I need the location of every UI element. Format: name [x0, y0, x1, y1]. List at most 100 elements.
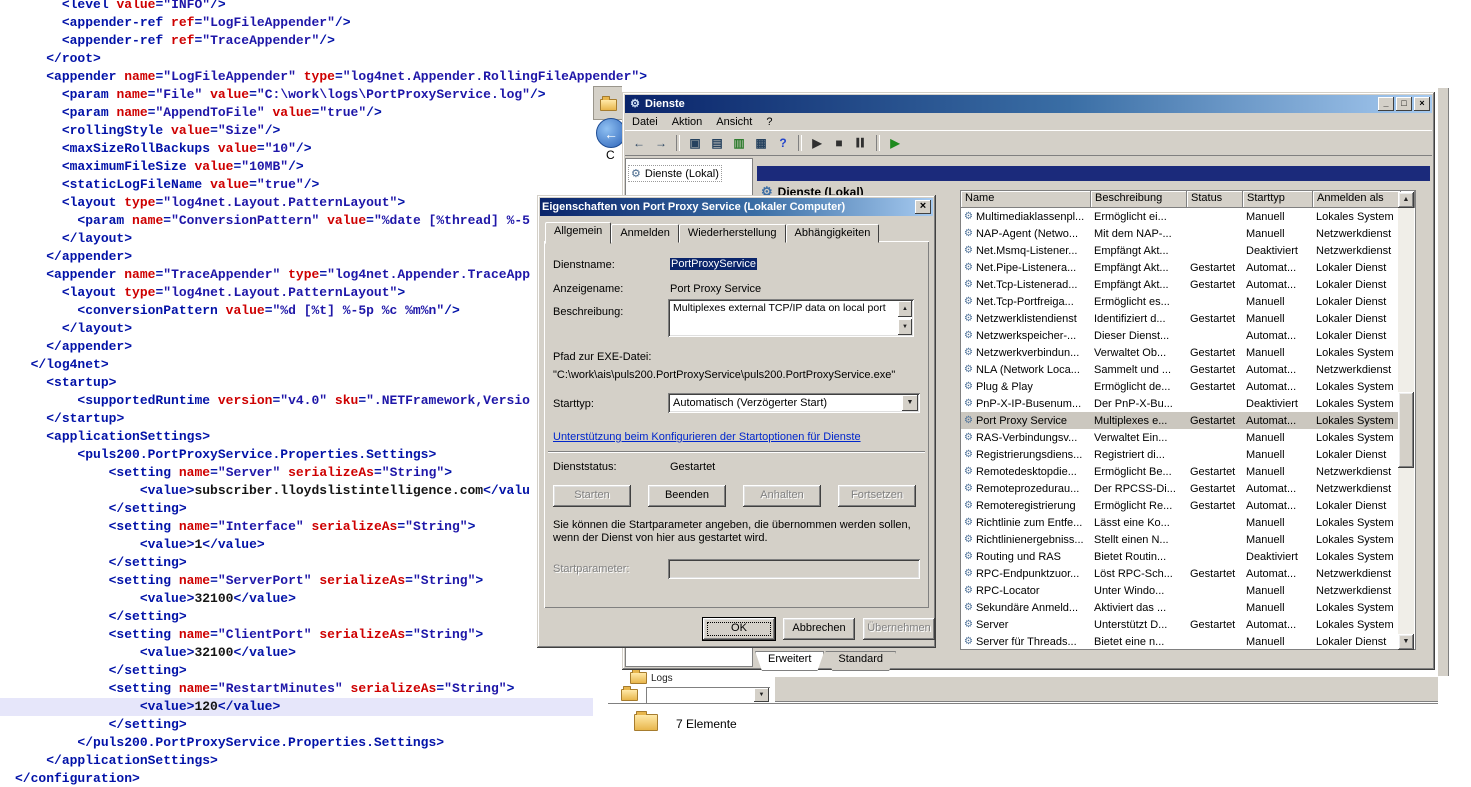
folder-list-item[interactable] [621, 689, 638, 701]
service-row[interactable]: ⚙Server für Threads...Bietet eine n...Ma… [961, 633, 1399, 650]
description-scrollbar[interactable]: ▲ ▼ [898, 301, 912, 335]
menu-item-1[interactable]: Aktion [665, 114, 710, 130]
column-header-1[interactable]: Beschreibung [1091, 191, 1187, 208]
service-row[interactable]: ⚙Registrierungsdiens...Registriert di...… [961, 446, 1399, 463]
service-row[interactable]: ⚙Netzwerkverbindun...Verwaltet Ob...Gest… [961, 344, 1399, 361]
maximize-button[interactable]: □ [1396, 97, 1412, 111]
pause-button[interactable]: Anhalten [743, 485, 821, 507]
dialog-tab-0[interactable]: Allgemein [545, 222, 611, 244]
service-row[interactable]: ⚙Remoteprozedurau...Der RPCSS-Di...Gesta… [961, 480, 1399, 497]
start-params-note-line1: Sie können die Startparameter angeben, d… [553, 519, 911, 531]
service-name: Sekundäre Anmeld... [976, 602, 1078, 614]
service-name: Remoteregistrierung [976, 500, 1076, 512]
service-status-label: Dienststatus: [553, 461, 617, 473]
forward-icon[interactable]: → [651, 133, 671, 153]
view-tab-1[interactable]: Standard [825, 651, 896, 671]
column-header-3[interactable]: Starttyp [1243, 191, 1313, 208]
scroll-down-icon[interactable]: ▼ [1398, 634, 1414, 650]
service-row[interactable]: ⚙Richtlinienergebniss...Stellt einen N..… [961, 531, 1399, 548]
code-line: <rollingStyle value="Size"/> [0, 122, 593, 140]
menu-item-3[interactable]: ? [759, 114, 779, 130]
startup-type-combobox[interactable]: Automatisch (Verzögerter Start) ▼ [668, 393, 920, 413]
service-row[interactable]: ⚙Routing und RASBietet Routin...Deaktivi… [961, 548, 1399, 565]
dialog-tab-2[interactable]: Wiederherstellung [679, 224, 786, 243]
stop-button[interactable]: Beenden [648, 485, 726, 507]
service-name-value[interactable]: PortProxyService [670, 258, 757, 270]
services-titlebar[interactable]: ⚙ Dienste _□× [625, 95, 1432, 113]
service-row[interactable]: ⚙RAS-Verbindungsv...Verwaltet Ein...Manu… [961, 429, 1399, 446]
display-name-value[interactable]: Port Proxy Service [670, 283, 761, 295]
dialog-tab-1[interactable]: Anmelden [611, 224, 679, 243]
dialog-close-button[interactable]: × [915, 200, 931, 214]
service-name-cell: ⚙Remoteregistrierung [961, 500, 1091, 512]
service-row[interactable]: ⚙RPC-Endpunktzuor...Löst RPC-Sch...Gesta… [961, 565, 1399, 582]
service-row[interactable]: ⚙NetzwerklistendienstIdentifiziert d...G… [961, 310, 1399, 327]
service-row[interactable]: ⚙Net.Pipe-Listenera...Empfängt Akt...Ges… [961, 259, 1399, 276]
service-gear-icon: ⚙ [964, 211, 973, 222]
service-row[interactable]: ⚙Netzwerkspeicher-...Dieser Dienst...Aut… [961, 327, 1399, 344]
service-row[interactable]: ⚙Richtlinie zum Entfe...Lässt eine Ko...… [961, 514, 1399, 531]
explorer-folder-pocket: Logs ▼ [608, 670, 775, 704]
service-starttype: Automat... [1243, 279, 1313, 291]
service-row[interactable]: ⚙Sekundäre Anmeld...Aktiviert das ...Man… [961, 599, 1399, 616]
folder-list-item[interactable]: Logs [630, 672, 673, 684]
dialog-titlebar[interactable]: Eigenschaften von Port Proxy Service (Lo… [540, 198, 933, 216]
export-icon[interactable]: ▦ [751, 133, 771, 153]
start-button[interactable]: Starten [553, 485, 631, 507]
column-header-0[interactable]: Name [961, 191, 1091, 208]
code-line: </startup> [0, 410, 593, 428]
description-field[interactable]: Multiplexes external TCP/IP data on loca… [668, 299, 914, 337]
service-row[interactable]: ⚙PnP-X-IP-Busenum...Der PnP-X-Bu...Deakt… [961, 395, 1399, 412]
start-params-field[interactable] [668, 559, 920, 579]
service-row[interactable]: ⚙Net.Tcp-Portfreiga...Ermöglicht es...Ma… [961, 293, 1399, 310]
cancel-button[interactable]: Abbrechen [783, 618, 855, 640]
service-row[interactable]: ⚙Remotedesktopdie...Ermöglicht Be...Gest… [961, 463, 1399, 480]
resume-button[interactable]: Fortsetzen [838, 485, 916, 507]
show-window-icon[interactable]: ▣ [685, 133, 705, 153]
startup-options-help-link[interactable]: Unterstützung beim Konfigurieren der Sta… [553, 431, 861, 443]
service-row[interactable]: ⚙ServerUnterstützt D...GestartetAutomat.… [961, 616, 1399, 633]
service-row[interactable]: ⚙Port Proxy ServiceMultiplexes e...Gesta… [961, 412, 1399, 429]
explorer-scrollbar-strip[interactable] [1437, 88, 1449, 676]
service-row[interactable]: ⚙RemoteregistrierungErmöglicht Re...Gest… [961, 497, 1399, 514]
apply-button[interactable]: Übernehmen [863, 618, 935, 640]
view-tab-0[interactable]: Erweitert [755, 651, 824, 671]
service-row[interactable]: ⚙Multimediaklassenpl...Ermöglicht ei...M… [961, 208, 1399, 225]
restart-service-icon[interactable]: ▶ [885, 133, 905, 153]
back-icon[interactable]: ← [629, 133, 649, 153]
column-header-4[interactable]: Anmelden als [1313, 191, 1401, 208]
service-row[interactable]: ⚙Net.Tcp-Listenerad...Empfängt Akt...Ges… [961, 276, 1399, 293]
service-name: NAP-Agent (Netwo... [976, 228, 1078, 240]
service-row[interactable]: ⚙NAP-Agent (Netwo...Mit dem NAP-...Manue… [961, 225, 1399, 242]
service-row[interactable]: ⚙Net.Msmq-Listener...Empfängt Akt...Deak… [961, 242, 1399, 259]
combo-dropdown-icon[interactable]: ▼ [902, 395, 918, 411]
pause-service-icon[interactable]: ▌▌ [851, 133, 871, 153]
scroll-up-icon[interactable]: ▲ [1398, 192, 1414, 208]
service-logon: Lokales System [1313, 398, 1399, 410]
help-icon[interactable]: ? [773, 133, 793, 153]
menu-item-2[interactable]: Ansicht [709, 114, 759, 130]
tree-node-dienste-lokal[interactable]: ⚙ Dienste (Lokal) [628, 165, 722, 182]
ok-button[interactable]: OK [703, 618, 775, 640]
service-gear-icon: ⚙ [964, 228, 973, 239]
menu-item-0[interactable]: Datei [625, 114, 665, 130]
close-button[interactable]: × [1414, 97, 1430, 111]
scroll-down-icon[interactable]: ▼ [898, 319, 912, 335]
start-service-icon[interactable]: ▶ [807, 133, 827, 153]
stop-service-icon[interactable]: ■ [829, 133, 849, 153]
startup-type-label: Starttyp: [553, 398, 594, 410]
service-row[interactable]: ⚙Plug & PlayErmöglicht de...GestartetAut… [961, 378, 1399, 395]
scroll-up-icon[interactable]: ▲ [898, 301, 912, 317]
service-row[interactable]: ⚙RPC-LocatorUnter Windo...ManuellNetzwer… [961, 582, 1399, 599]
minimize-button[interactable]: _ [1378, 97, 1394, 111]
explorer-combobox[interactable]: ▼ [646, 687, 770, 703]
dialog-tab-3[interactable]: Abhängigkeiten [786, 224, 880, 243]
service-name: RPC-Locator [976, 585, 1040, 597]
refresh-icon[interactable]: ▥ [729, 133, 749, 153]
service-row[interactable]: ⚙NLA (Network Loca...Sammelt und ...Gest… [961, 361, 1399, 378]
column-header-2[interactable]: Status [1187, 191, 1243, 208]
scroll-thumb[interactable] [1398, 392, 1414, 468]
export-list-icon[interactable]: ▤ [707, 133, 727, 153]
list-scrollbar[interactable]: ▲ ▼ [1398, 192, 1414, 650]
combo-dropdown-icon[interactable]: ▼ [754, 688, 769, 702]
